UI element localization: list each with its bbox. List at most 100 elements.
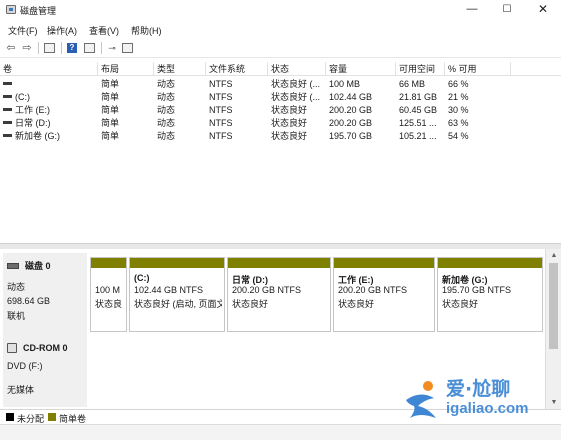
disk-0-title: 磁盘 0: [7, 259, 83, 272]
menu-bar: 文件(F) 操作(A) 查看(V) 帮助(H): [0, 20, 561, 37]
partition-status: 状态良: [95, 299, 123, 309]
console-tree-icon[interactable]: [44, 43, 55, 53]
volume-cell: 工作 (E:): [0, 104, 98, 117]
volume-cell: 日常 (D:): [0, 117, 98, 130]
column-header-capacity[interactable]: 容量: [326, 62, 396, 76]
partition-g[interactable]: 新加卷 (G:) 195.70 GB NTFS 状态良好: [437, 257, 543, 332]
status-cell: 状态良好: [271, 105, 308, 115]
free-space-cell: 60.45 GB: [399, 105, 438, 115]
layout-cell: 简单: [101, 131, 120, 141]
volume-cell: 新加卷 (G:): [0, 130, 98, 143]
partition-system-reserved[interactable]: 100 M 状态良: [90, 257, 127, 332]
simple-volume-bar: [228, 258, 330, 268]
toolbar-separator: [61, 42, 62, 54]
column-header-volume[interactable]: 卷: [0, 62, 98, 76]
drive-icon: [3, 82, 12, 86]
layout-cell: 简单: [101, 79, 120, 89]
disk-0-name: 磁盘 0: [25, 261, 51, 271]
drive-icon: [3, 95, 12, 99]
simple-volume-bar: [130, 258, 224, 268]
column-header-filesystem[interactable]: 文件系统: [206, 62, 268, 76]
partition-c[interactable]: (C:) 102.44 GB NTFS 状态良好 (启动, 页面文: [129, 257, 225, 332]
column-header-type[interactable]: 类型: [154, 62, 206, 76]
cdrom-0-label[interactable]: CD-ROM 0 DVD (F:) 无媒体: [3, 337, 87, 407]
disk-0-type: 动态: [7, 282, 26, 292]
percent-free-cell: 66 %: [448, 79, 469, 89]
free-space-cell: 125.51 ...: [399, 118, 437, 128]
filesystem-cell: NTFS: [209, 105, 233, 115]
percent-free-cell: 63 %: [448, 118, 469, 128]
table-row[interactable]: 新加卷 (G:) 简单 动态 NTFS 状态良好 195.70 GB 105.2…: [0, 130, 561, 143]
partition-status: 状态良好: [442, 299, 479, 309]
back-icon[interactable]: ⇦: [4, 42, 18, 54]
status-cell: 状态良好: [271, 131, 308, 141]
help-icon[interactable]: ?: [67, 43, 77, 53]
simple-volume-bar: [438, 258, 542, 268]
table-row[interactable]: (C:) 简单 动态 NTFS 状态良好 (... 102.44 GB 21.8…: [0, 91, 561, 104]
partition-d[interactable]: 日常 (D:) 200.20 GB NTFS 状态良好: [227, 257, 331, 332]
partition-size: 200.20 GB NTFS: [232, 285, 302, 295]
cdrom-0-title: CD-ROM 0: [7, 343, 83, 353]
disk-0-label[interactable]: 磁盘 0 动态 698.64 GB 联机: [3, 253, 87, 337]
partition-status: 状态良好: [232, 299, 269, 309]
partition-size: 200.20 GB NTFS: [338, 285, 408, 295]
column-header-layout[interactable]: 布局: [98, 62, 154, 76]
free-space-cell: 66 MB: [399, 79, 426, 89]
toolbar-separator: [101, 42, 102, 54]
minimize-button[interactable]: —: [455, 0, 489, 20]
volume-cell: (C:): [0, 91, 98, 104]
simple-volume-swatch: [48, 413, 56, 421]
scroll-up-icon[interactable]: ▲: [546, 249, 561, 262]
disk-management-icon: [6, 5, 16, 14]
properties-icon[interactable]: [84, 43, 95, 53]
filesystem-cell: NTFS: [209, 131, 233, 141]
cdrom-0-drive: DVD (F:): [7, 361, 43, 371]
forward-icon[interactable]: ⇨: [20, 42, 34, 54]
simple-volume-bar: [91, 258, 126, 268]
menu-action[interactable]: 操作(A): [47, 24, 77, 37]
partition-size: 102.44 GB NTFS: [134, 285, 204, 295]
watermark: 爱·尬聊 igaliao.com: [400, 372, 556, 432]
table-row[interactable]: 日常 (D:) 简单 动态 NTFS 状态良好 200.20 GB 125.51…: [0, 117, 561, 130]
settings-icon[interactable]: [122, 43, 133, 53]
capacity-cell: 102.44 GB: [329, 92, 373, 102]
column-header-status[interactable]: 状态: [268, 62, 326, 76]
watermark-title: 爱·尬聊: [446, 378, 511, 400]
capacity-cell: 200.20 GB: [329, 118, 373, 128]
column-header-percent-free[interactable]: % 可用: [445, 62, 511, 76]
partition-status: 状态良好 (启动, 页面文: [134, 299, 222, 309]
table-row[interactable]: 简单 动态 NTFS 状态良好 (... 100 MB 66 MB 66 %: [0, 78, 561, 91]
watermark-url: igaliao.com: [446, 400, 529, 417]
volume-name: 新加卷 (G:): [15, 131, 60, 141]
status-cell: 状态良好: [271, 118, 308, 128]
table-row[interactable]: 工作 (E:) 简单 动态 NTFS 状态良好 200.20 GB 60.45 …: [0, 104, 561, 117]
disk-0-state: 联机: [7, 311, 26, 321]
type-cell: 动态: [157, 118, 176, 128]
filesystem-cell: NTFS: [209, 118, 233, 128]
close-button[interactable]: ✕: [526, 0, 560, 20]
toolbar-separator: [38, 42, 39, 54]
type-cell: 动态: [157, 79, 176, 89]
disk-0-size: 698.64 GB: [7, 296, 51, 306]
drive-icon: [3, 108, 12, 112]
simple-volume-bar: [334, 258, 434, 268]
hard-disk-icon: [7, 262, 19, 269]
capacity-cell: 195.70 GB: [329, 131, 373, 141]
connect-icon[interactable]: ⊸: [106, 42, 118, 54]
status-cell: 状态良好 (...: [271, 79, 320, 89]
menu-file[interactable]: 文件(F): [8, 24, 38, 37]
column-header-free-space[interactable]: 可用空间: [396, 62, 445, 76]
partition-label: (C:): [134, 273, 150, 283]
maximize-button[interactable]: ☐: [490, 0, 524, 20]
window-title: 磁盘管理: [20, 6, 57, 16]
type-cell: 动态: [157, 131, 176, 141]
partition-e[interactable]: 工作 (E:) 200.20 GB NTFS 状态良好: [333, 257, 435, 332]
title-bar: 磁盘管理 — ☐ ✕: [0, 0, 561, 20]
scroll-thumb[interactable]: [549, 263, 558, 349]
capacity-cell: 100 MB: [329, 79, 361, 89]
watermark-logo-icon: [406, 381, 436, 418]
layout-cell: 简单: [101, 92, 120, 102]
menu-view[interactable]: 查看(V): [89, 24, 119, 37]
menu-help[interactable]: 帮助(H): [131, 24, 162, 37]
percent-free-cell: 30 %: [448, 105, 469, 115]
